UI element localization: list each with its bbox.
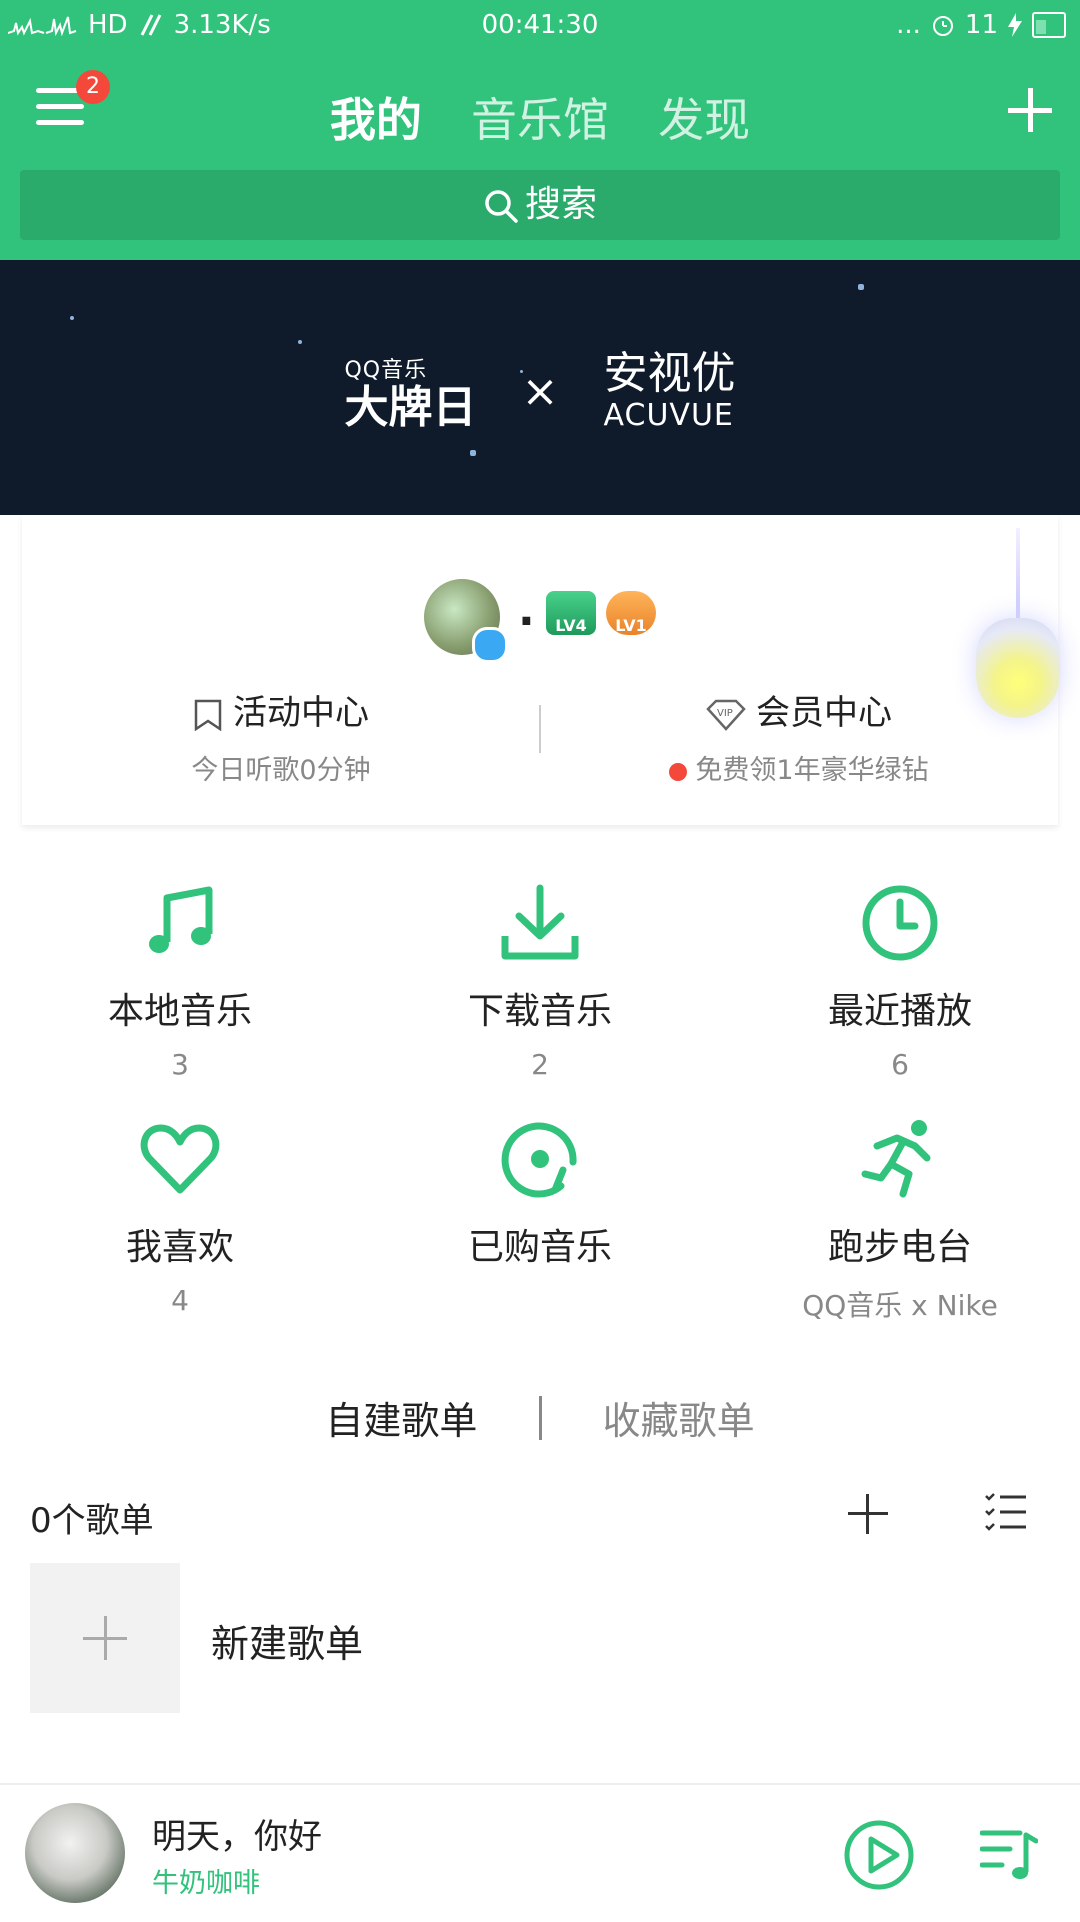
level-badge-green[interactable]: LV4: [546, 591, 596, 635]
recently-played-count: 6: [891, 1048, 909, 1081]
running-radio-subtitle: QQ音乐 x Nike: [802, 1289, 998, 1322]
clock-icon: [862, 885, 938, 961]
search-label: 搜索: [524, 184, 597, 225]
main-tabs: 我的 音乐馆 发现: [0, 84, 1080, 150]
purchased-music-label: 已购音乐: [467, 1227, 612, 1268]
banner-qq-big: 大牌日: [344, 381, 477, 433]
banner-qq-small: QQ音乐: [344, 357, 428, 383]
downloaded-music[interactable]: 下载音乐 2: [360, 880, 720, 1100]
banner-partner-logo: 安视优 ACUVUE: [603, 348, 736, 434]
song-artist: 牛奶咖啡: [152, 1868, 260, 1899]
mini-player[interactable]: 明天，你好 牛奶咖啡: [0, 1783, 1080, 1922]
profile-card: . LV4 LV1 活动中心 今日听歌0分钟 VIP 会员中心 免费领1年豪华绿…: [22, 515, 1058, 825]
top-navigation: 2 我的 音乐馆 发现: [0, 70, 1080, 160]
favorites-count: 4: [171, 1284, 189, 1317]
battery-icon: [1032, 12, 1066, 38]
new-playlist-label: 新建歌单: [211, 1622, 364, 1666]
play-icon[interactable]: [843, 1819, 915, 1891]
alarm-icon: [932, 16, 953, 36]
app-header: HD 3.13K/s 00:41:30 ... 11 2 我的 音乐馆 发现 搜…: [0, 0, 1080, 260]
more-dots: ...: [896, 10, 921, 40]
username[interactable]: .: [518, 585, 535, 636]
recently-played[interactable]: 最近播放 6: [720, 880, 1080, 1100]
local-music-label: 本地音乐: [107, 991, 252, 1032]
new-playlist-plus-icon: [30, 1563, 180, 1713]
runner-icon: [861, 1120, 931, 1198]
activity-subtitle: 今日听歌0分钟: [191, 755, 371, 786]
notification-dot: [669, 762, 688, 781]
activity-title: 活动中心: [233, 693, 369, 733]
status-bar: HD 3.13K/s 00:41:30 ... 11: [0, 0, 1080, 52]
feature-grid: 本地音乐 3 下载音乐 2 最近播放 6 我喜欢 4 已购音乐 跑步电台 QQ音…: [0, 880, 1080, 1322]
tab-collected-playlists[interactable]: 收藏歌单: [603, 1390, 755, 1445]
svg-text:VIP: VIP: [717, 708, 733, 719]
banner-qq-logo: QQ音乐 大牌日: [344, 352, 476, 432]
vip-title: 会员中心: [756, 693, 892, 733]
purchased-disc-icon: [501, 1122, 577, 1198]
running-radio[interactable]: 跑步电台 QQ音乐 x Nike: [720, 1116, 1080, 1336]
recently-played-label: 最近播放: [827, 991, 972, 1032]
battery-level: 11: [964, 10, 998, 40]
add-playlist-button[interactable]: [848, 1494, 888, 1534]
banner-content: QQ音乐 大牌日 × 安视优 ACUVUE: [0, 348, 1080, 434]
search-icon: [485, 190, 518, 223]
banner-cross: ×: [521, 366, 559, 417]
add-button[interactable]: [1008, 88, 1052, 132]
tab-my-playlists[interactable]: 自建歌单: [325, 1390, 477, 1445]
vip-subtitle: 免费领1年豪华绿钻: [695, 755, 929, 786]
flag-icon: [194, 699, 222, 731]
activity-center[interactable]: 活动中心 今日听歌0分钟: [22, 685, 540, 787]
new-playlist-row[interactable]: 新建歌单: [30, 1563, 1050, 1713]
downloaded-music-label: 下载音乐: [467, 991, 612, 1032]
banner-partner-cn: 安视优: [603, 348, 736, 399]
playlist-count: 0个歌单: [30, 1501, 154, 1541]
status-right: ... 11: [896, 10, 1066, 40]
tab-discover[interactable]: 发现: [658, 84, 750, 150]
downloaded-music-count: 2: [531, 1048, 549, 1081]
tab-music-hall[interactable]: 音乐馆: [471, 84, 609, 150]
playlist-tabs: 自建歌单 收藏歌单: [0, 1390, 1080, 1445]
running-radio-label: 跑步电台: [827, 1227, 972, 1268]
vip-diamond-icon: VIP: [706, 699, 746, 731]
banner-partner-en: ACUVUE: [603, 398, 734, 433]
purchased-music[interactable]: 已购音乐: [360, 1116, 720, 1336]
charging-icon: [1008, 13, 1022, 37]
tab-mine[interactable]: 我的: [330, 84, 422, 150]
qq-badge-icon: [472, 627, 508, 663]
manage-list-icon[interactable]: [984, 1492, 1028, 1534]
favorites[interactable]: 我喜欢 4: [0, 1116, 360, 1336]
album-cover[interactable]: [25, 1803, 125, 1903]
firefly-icon: [976, 618, 1060, 718]
playlist-queue-icon[interactable]: [980, 1827, 1038, 1881]
download-icon: [501, 884, 579, 960]
playlist-tab-divider: [538, 1395, 542, 1440]
heart-icon: [140, 1124, 220, 1194]
favorites-label: 我喜欢: [125, 1227, 234, 1268]
search-bar[interactable]: 搜索: [20, 170, 1060, 240]
local-music-count: 3: [171, 1048, 189, 1081]
local-music[interactable]: 本地音乐 3: [0, 880, 360, 1100]
music-note-icon: [149, 886, 213, 953]
firefly-lamp[interactable]: [968, 528, 1068, 730]
song-title: 明天，你好: [152, 1817, 322, 1857]
level-badge-orange[interactable]: LV1: [606, 591, 656, 635]
promo-banner[interactable]: QQ音乐 大牌日 × 安视优 ACUVUE: [0, 260, 1080, 515]
